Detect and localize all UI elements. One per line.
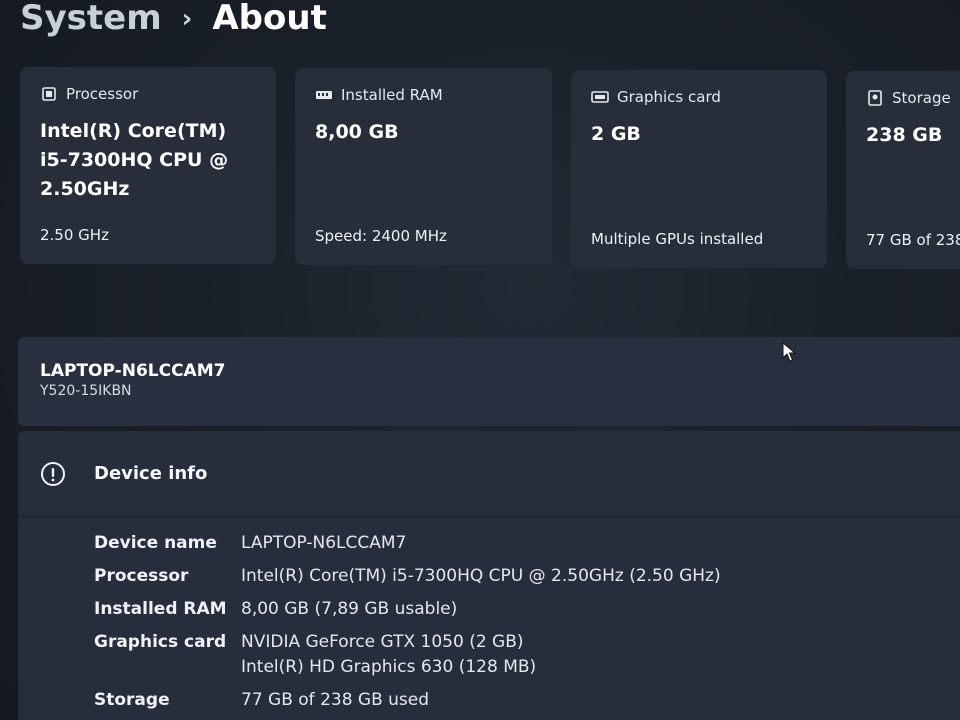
processor-card-speed: 2.50 GHz [40,226,109,244]
installed-ram-card-title: Installed RAM [341,86,443,104]
storage-card: Storage 238 GB 77 GB of 238 [846,71,960,269]
breadcrumb-separator-icon: › [181,4,193,34]
spec-label: Graphics card [94,632,227,652]
spec-value-line: Intel(R) HD Graphics 630 (128 MB) [241,657,537,677]
storage-card-value: 238 GB [866,124,943,146]
device-info-title: Device info [94,463,208,484]
graphics-card-gpus: Multiple GPUs installed [591,230,764,248]
graphics-card-title: Graphics card [617,88,721,106]
spec-value: NVIDIA GeForce GTX 1050 (2 GB) Intel(R) … [241,630,536,680]
spec-row-graphics-card: Graphics card NVIDIA GeForce GTX 1050 (2… [94,630,721,680]
processor-card: Processor Intel(R) Core(TM) i5-7300HQ CP… [20,67,276,264]
device-banner[interactable]: LAPTOP-N6LCCAM7 Y520-15IKBN [18,337,960,426]
spec-label: Installed RAM [94,599,227,619]
info-icon [41,461,65,486]
spec-row-processor: Processor Intel(R) Core(TM) i5-7300HQ CP… [94,564,721,589]
spec-label: Processor [94,566,189,586]
device-info-header[interactable]: Device info [18,431,960,517]
installed-ram-card-value: 8,00 GB [315,121,399,143]
spec-label: Device name [94,533,217,553]
storage-card-title: Storage [892,89,951,107]
spec-row-installed-ram: Installed RAM 8,00 GB (7,89 GB usable) [94,597,721,622]
breadcrumb-system[interactable]: System [20,0,162,38]
installed-ram-card: Installed RAM 8,00 GB Speed: 2400 MHz [295,68,552,265]
spec-row-storage: Storage 77 GB of 238 GB used [94,688,721,713]
spec-value: 77 GB of 238 GB used [241,690,430,710]
mouse-cursor-icon [782,342,796,362]
graphics-card-icon [591,91,609,103]
device-info-section: Device info Device name LAPTOP-N6LCCAM7 … [18,431,960,720]
spec-value: LAPTOP-N6LCCAM7 [241,533,407,553]
spec-value-line: NVIDIA GeForce GTX 1050 (2 GB) [241,632,524,652]
spec-value: 8,00 GB (7,89 GB usable) [241,599,458,619]
storage-card-usage: 77 GB of 238 [866,231,960,249]
settings-about-page: System › About Processor Intel(R) Core(T… [0,0,960,720]
processor-card-title: Processor [66,85,139,103]
processor-icon [42,87,56,101]
page-title: About [212,0,327,38]
spec-row-device-name: Device name LAPTOP-N6LCCAM7 [94,531,721,556]
graphics-card-card: Graphics card 2 GB Multiple GPUs install… [571,70,827,268]
device-banner-name: LAPTOP-N6LCCAM7 [40,361,226,381]
breadcrumb: System › About [20,0,327,38]
ram-icon [316,91,332,99]
device-info-specs: Device name LAPTOP-N6LCCAM7 Processor In… [94,531,721,720]
processor-card-value: Intel(R) Core(TM) i5-7300HQ CPU @ 2.50GH… [40,120,229,200]
storage-icon [868,90,882,106]
spec-value: Intel(R) Core(TM) i5-7300HQ CPU @ 2.50GH… [241,566,721,586]
graphics-card-value: 2 GB [591,123,641,145]
installed-ram-card-speed: Speed: 2400 MHz [315,227,447,245]
spec-label: Storage [94,690,170,710]
device-banner-model: Y520-15IKBN [40,383,132,399]
